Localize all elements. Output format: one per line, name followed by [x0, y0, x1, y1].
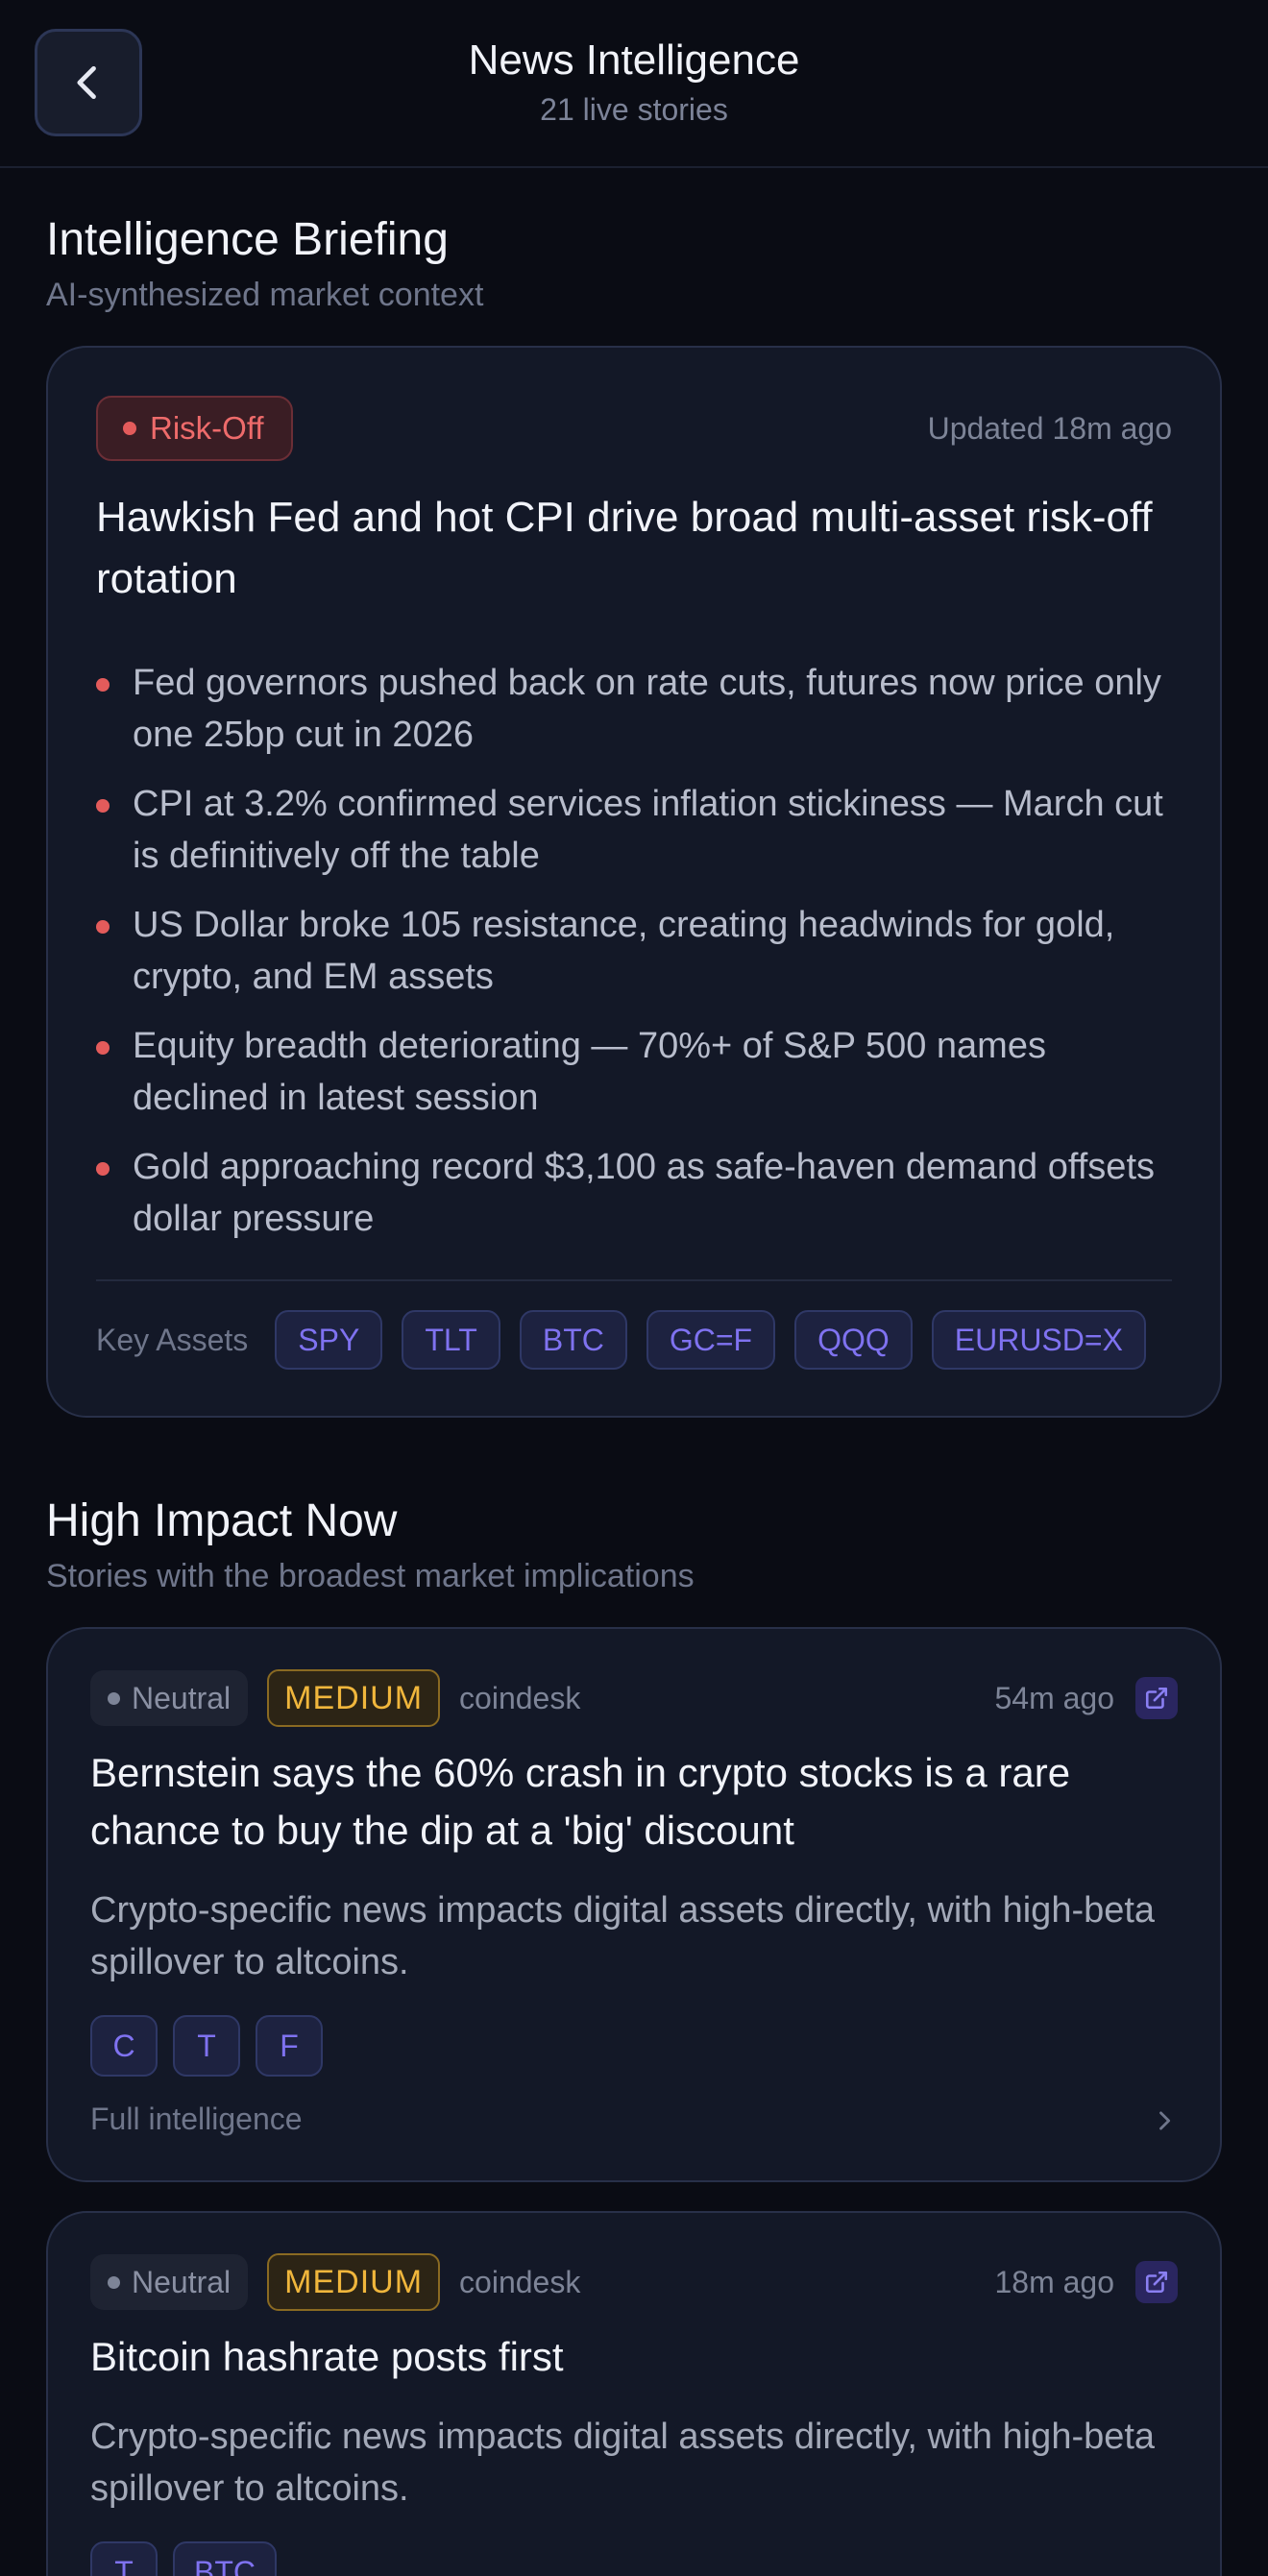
- briefing-bullet: US Dollar broke 105 resistance, creating…: [96, 899, 1191, 1003]
- story-time: 18m ago: [994, 2264, 1114, 2299]
- story-tickers: T BTC: [90, 2541, 277, 2576]
- key-assets-row: Key Assets SPY TLT BTC GC=F QQQ EURUSD=X: [96, 1310, 1146, 1370]
- story-title[interactable]: Bernstein says the 60% crash in crypto s…: [90, 1744, 1176, 1859]
- ticker-chip[interactable]: T: [173, 2015, 240, 2077]
- ticker-chip[interactable]: C: [90, 2015, 158, 2077]
- asset-chip-qqq[interactable]: QQQ: [794, 1310, 913, 1370]
- story-title[interactable]: Bitcoin hashrate posts first: [90, 2328, 1176, 2386]
- sentiment-badge: Neutral: [90, 2254, 249, 2310]
- story-source: coindesk: [459, 1680, 581, 1715]
- full-intelligence-link[interactable]: Full intelligence: [90, 2102, 303, 2137]
- story-meta-row: Neutral MEDIUM coindesk 54m ago: [90, 1669, 1178, 1727]
- briefing-section-subtitle: AI-synthesized market context: [46, 277, 484, 313]
- story-description: Crypto-specific news impacts digital ass…: [90, 1890, 1156, 1982]
- sentiment-dot-icon: [108, 2275, 120, 2289]
- sentiment-dot-icon: [108, 1691, 120, 1705]
- asset-chip-gold[interactable]: GC=F: [646, 1310, 776, 1370]
- page-title: News Intelligence: [468, 36, 800, 84]
- briefing-bullet: Gold approaching record $3,100 as safe-h…: [96, 1141, 1191, 1245]
- sentiment-label: Neutral: [132, 1680, 232, 1715]
- ticker-chip[interactable]: BTC: [173, 2541, 277, 2576]
- chevron-right-icon[interactable]: [1151, 2107, 1178, 2134]
- sentiment-label: Neutral: [132, 2264, 232, 2299]
- news-card[interactable]: Neutral MEDIUM coindesk 18m ago Bitcoin …: [46, 2211, 1222, 2576]
- asset-chip-tlt[interactable]: TLT: [402, 1310, 500, 1370]
- story-meta-row: Neutral MEDIUM coindesk 18m ago: [90, 2253, 1178, 2311]
- divider: [96, 1279, 1172, 1281]
- story-description: Crypto-specific news impacts digital ass…: [90, 2417, 1156, 2509]
- ticker-chip[interactable]: T: [90, 2541, 158, 2576]
- briefing-section-title: Intelligence Briefing: [46, 214, 449, 265]
- impact-badge: MEDIUM: [267, 1669, 441, 1727]
- regime-label: Risk-Off: [150, 410, 264, 446]
- briefing-headline: Hawkish Fed and hot CPI drive broad mult…: [96, 494, 1153, 602]
- briefing-bullet: Fed governors pushed back on rate cuts, …: [96, 657, 1191, 761]
- story-count: 21 live stories: [540, 92, 728, 127]
- news-card[interactable]: Neutral MEDIUM coindesk 54m ago Bernstei…: [46, 1627, 1222, 2182]
- external-link-icon: [1145, 1687, 1168, 1710]
- asset-chip-btc[interactable]: BTC: [519, 1310, 627, 1370]
- high-impact-section-title: High Impact Now: [46, 1495, 398, 1546]
- updated-timestamp: Updated 18m ago: [927, 411, 1172, 446]
- briefing-bullet: Equity breadth deteriorating — 70%+ of S…: [96, 1020, 1191, 1124]
- briefing-card: Risk-Off Updated 18m ago Hawkish Fed and…: [46, 346, 1222, 1418]
- news-intelligence-screen: News Intelligence 21 live stories Intell…: [0, 0, 1268, 2576]
- story-source: coindesk: [459, 2264, 581, 2299]
- top-header: News Intelligence 21 live stories: [0, 0, 1268, 168]
- external-link-icon: [1145, 2271, 1168, 2294]
- high-impact-section-subtitle: Stories with the broadest market implica…: [46, 1558, 695, 1594]
- impact-badge: MEDIUM: [267, 2253, 441, 2311]
- regime-badge: Risk-Off: [96, 396, 293, 461]
- asset-chip-eurusd[interactable]: EURUSD=X: [931, 1310, 1146, 1370]
- regime-dot-icon: [123, 422, 136, 435]
- story-tickers: C T F: [90, 2015, 323, 2077]
- open-source-button[interactable]: [1135, 2261, 1178, 2303]
- sentiment-badge: Neutral: [90, 1670, 249, 1726]
- story-time: 54m ago: [994, 1680, 1114, 1715]
- key-assets-label: Key Assets: [96, 1322, 249, 1357]
- open-source-button[interactable]: [1135, 1677, 1178, 1719]
- briefing-bullets: Fed governors pushed back on rate cuts, …: [96, 657, 1191, 1262]
- asset-chip-spy[interactable]: SPY: [275, 1310, 383, 1370]
- briefing-bullet: CPI at 3.2% confirmed services inflation…: [96, 778, 1191, 882]
- ticker-chip[interactable]: F: [256, 2015, 323, 2077]
